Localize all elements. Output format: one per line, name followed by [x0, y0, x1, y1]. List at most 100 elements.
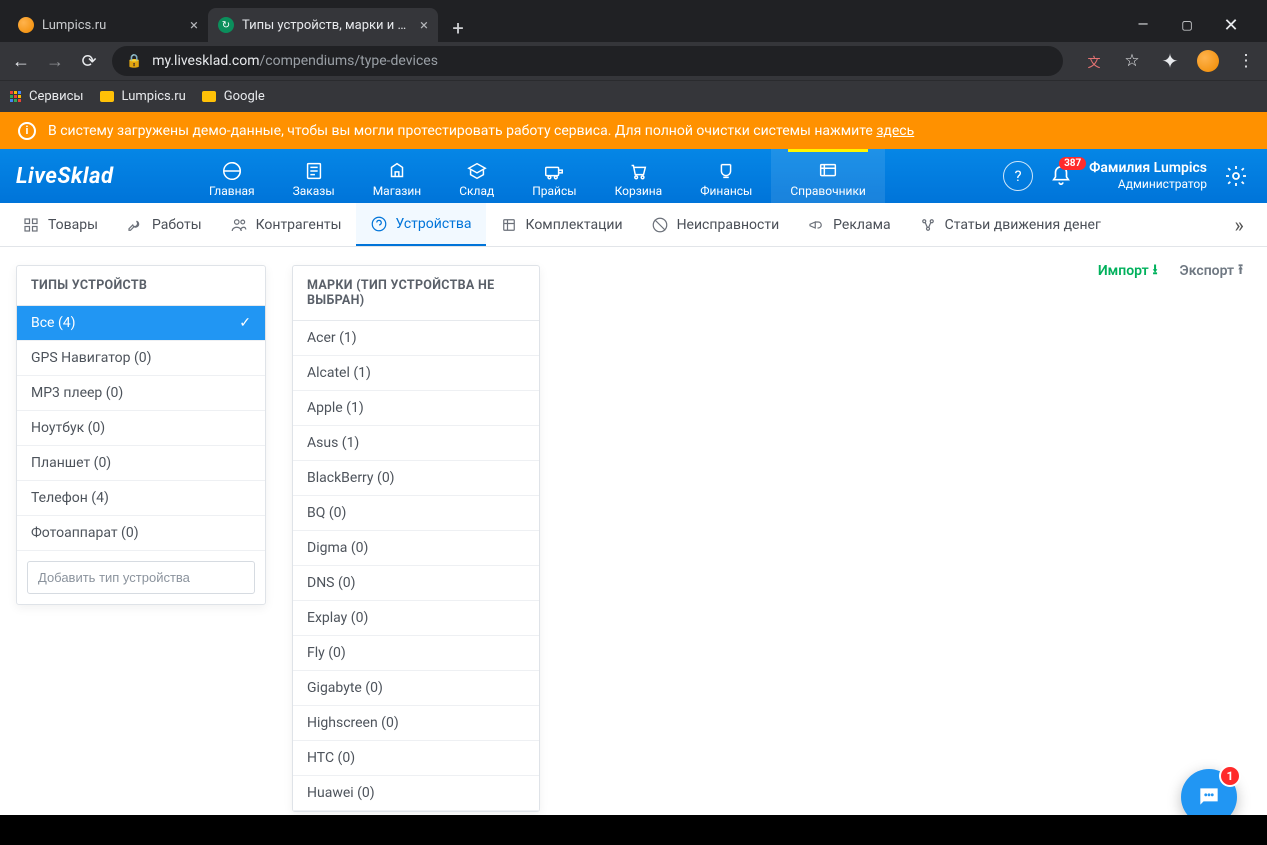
add-device-type-input[interactable] — [27, 561, 255, 594]
back-button[interactable]: ← — [10, 50, 32, 72]
profile-avatar[interactable] — [1197, 50, 1219, 72]
device-types-panel: ТИПЫ УСТРОЙСТВ Все (4)GPS Навигатор (0)M… — [16, 265, 266, 605]
import-button[interactable]: Импорт⭳ — [1098, 259, 1158, 283]
notice-link[interactable]: здесь — [876, 123, 914, 139]
nav-item-справочники[interactable]: Справочники — [771, 149, 885, 203]
browser-tab[interactable]: Lumpics.ru × — [8, 8, 208, 42]
nav-icon — [627, 161, 649, 181]
nav-label: Склад — [459, 184, 494, 198]
window-maximize-button[interactable]: ▢ — [1177, 15, 1197, 35]
address-bar-row: ← → ⟳ 🔒 my.livesklad.com/compendiums/typ… — [0, 42, 1267, 80]
forward-button[interactable]: → — [44, 50, 66, 72]
notice-text: В систему загружены демо-данные, чтобы в… — [48, 123, 914, 139]
brand-item[interactable]: Huawei (0) — [293, 776, 539, 811]
subnav-item[interactable]: Работы — [112, 203, 216, 246]
subnav-item[interactable]: Комплектации — [486, 203, 637, 246]
new-tab-button[interactable]: + — [444, 14, 472, 42]
nav-label: Заказы — [293, 184, 335, 198]
help-button[interactable]: ? — [1003, 161, 1033, 191]
subnav-item[interactable]: Контрагенты — [216, 203, 356, 246]
brand-item[interactable]: BlackBerry (0) — [293, 461, 539, 496]
user-menu[interactable]: Фамилия Lumpics Администратор — [1089, 159, 1207, 193]
url-input[interactable]: 🔒 my.livesklad.com/compendiums/type-devi… — [112, 46, 1063, 76]
brand-item[interactable]: Gigabyte (0) — [293, 671, 539, 706]
bookmark-star-icon[interactable]: ☆ — [1121, 50, 1143, 72]
nav-icon — [543, 161, 565, 181]
window-minimize-button[interactable]: — — [1133, 15, 1153, 35]
nav-item-финансы[interactable]: Финансы — [681, 149, 771, 203]
nav-item-магазин[interactable]: Магазин — [354, 149, 441, 203]
subnav-icon — [126, 216, 144, 234]
brand-item[interactable]: Highscreen (0) — [293, 706, 539, 741]
subnav-item[interactable]: Статьи движения денег — [905, 203, 1115, 246]
settings-button[interactable] — [1221, 161, 1251, 191]
favicon-icon — [218, 17, 234, 33]
subnav-icon — [22, 216, 40, 234]
lock-icon: 🔒 — [126, 54, 142, 69]
subnav-label: Неисправности — [677, 217, 780, 233]
device-type-item[interactable]: MP3 плеер (0) — [17, 376, 265, 411]
reload-button[interactable]: ⟳ — [78, 50, 100, 72]
nav-icon — [715, 161, 737, 181]
nav-label: Главная — [209, 184, 255, 198]
subnav-item[interactable]: Устройства — [356, 203, 486, 246]
device-type-item[interactable]: Телефон (4) — [17, 481, 265, 516]
close-icon[interactable]: × — [190, 18, 198, 33]
extensions-icon[interactable]: ✦ — [1159, 50, 1181, 72]
nav-item-склад[interactable]: Склад — [440, 149, 513, 203]
nav-item-корзина[interactable]: Корзина — [596, 149, 682, 203]
download-icon: ⭳ — [1153, 259, 1158, 283]
brand-item[interactable]: HTC (0) — [293, 741, 539, 776]
nav-icon — [386, 161, 408, 181]
export-button[interactable]: Экспорт⭱ — [1180, 259, 1243, 283]
device-type-item[interactable]: Все (4) — [17, 306, 265, 341]
nav-label: Магазин — [373, 184, 422, 198]
brand-item[interactable]: Fly (0) — [293, 636, 539, 671]
bookmark-folder[interactable]: Google — [202, 89, 265, 104]
subnav-item[interactable]: Товары — [8, 203, 112, 246]
brand-item[interactable]: Digma (0) — [293, 531, 539, 566]
subnav-item[interactable]: Реклама — [793, 203, 904, 246]
brands-panel: МАРКИ (ТИП УСТРОЙСТВА НЕ ВЫБРАН) Acer (1… — [292, 265, 540, 812]
subnav-icon — [500, 216, 518, 234]
brand-item[interactable]: Acer (1) — [293, 321, 539, 356]
nav-item-заказы[interactable]: Заказы — [274, 149, 354, 203]
device-type-item[interactable]: Планшет (0) — [17, 446, 265, 481]
brand-item[interactable]: DNS (0) — [293, 566, 539, 601]
device-type-item[interactable]: Фотоаппарат (0) — [17, 516, 265, 551]
subnav-icon — [919, 216, 937, 234]
brand-logo[interactable]: LiveSklad — [0, 149, 190, 203]
nav-label: Финансы — [700, 184, 752, 198]
url-path: /compendiums/type-devices — [260, 53, 438, 69]
brand-item[interactable]: BQ (0) — [293, 496, 539, 531]
notifications-button[interactable]: 387 — [1047, 162, 1075, 190]
nav-icon — [303, 161, 325, 181]
nav-icon — [466, 161, 488, 181]
apps-icon — [10, 91, 21, 102]
subnav-more-button[interactable]: » — [1219, 203, 1259, 246]
demo-notice: i В систему загружены демо-данные, чтобы… — [0, 112, 1267, 149]
main-nav: LiveSklad Главная Заказы Магазин Склад Прайс… — [0, 149, 1267, 203]
apps-button[interactable]: Сервисы — [10, 89, 84, 104]
close-icon[interactable]: × — [420, 18, 428, 33]
brand-item[interactable]: Explay (0) — [293, 601, 539, 636]
brand-item[interactable]: Asus (1) — [293, 426, 539, 461]
translate-icon[interactable]: 文 — [1083, 50, 1105, 72]
browser-tab[interactable]: Типы устройств, марки и моде… × — [208, 8, 438, 42]
nav-item-прайсы[interactable]: Прайсы — [513, 149, 595, 203]
chat-badge: 1 — [1219, 765, 1241, 787]
nav-icon — [817, 161, 839, 181]
brand-item[interactable]: Alcatel (1) — [293, 356, 539, 391]
nav-label: Справочники — [790, 184, 866, 198]
content-area: Импорт⭳ Экспорт⭱ ТИПЫ УСТРОЙСТВ Все (4)G… — [0, 247, 1267, 845]
subnav-label: Работы — [152, 217, 202, 233]
brand-item[interactable]: Apple (1) — [293, 391, 539, 426]
kebab-menu-icon[interactable]: ⋮ — [1235, 50, 1257, 72]
nav-item-главная[interactable]: Главная — [190, 149, 274, 203]
bookmarks-bar: Сервисы Lumpics.ru Google — [0, 80, 1267, 112]
device-type-item[interactable]: Ноутбук (0) — [17, 411, 265, 446]
subnav-item[interactable]: Неисправности — [637, 203, 794, 246]
bookmark-folder[interactable]: Lumpics.ru — [100, 89, 186, 104]
window-close-button[interactable]: ✕ — [1221, 15, 1241, 35]
device-type-item[interactable]: GPS Навигатор (0) — [17, 341, 265, 376]
